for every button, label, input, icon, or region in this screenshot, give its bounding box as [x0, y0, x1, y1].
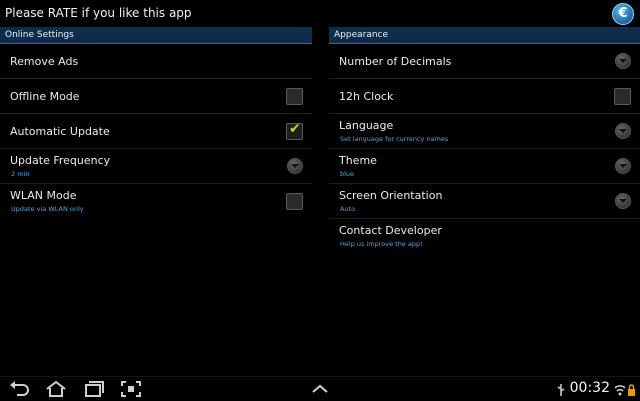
setting-label: Number of Decimals	[339, 55, 452, 68]
section-header-online-settings: Online Settings	[0, 27, 312, 44]
12h-clock-checkbox[interactable]	[614, 88, 631, 105]
offline-mode-checkbox[interactable]	[286, 88, 303, 105]
online-settings-section: Online Settings Remove Ads Offline Mode …	[0, 27, 312, 218]
setting-theme[interactable]: Theme blue	[329, 149, 640, 184]
setting-label: Screen Orientation	[339, 189, 443, 202]
decimals-dropdown-icon[interactable]	[615, 53, 631, 69]
setting-12h-clock[interactable]: 12h Clock	[329, 79, 640, 114]
usb-icon	[556, 382, 566, 401]
setting-remove-ads[interactable]: Remove Ads	[0, 44, 312, 79]
lock-icon	[627, 382, 636, 401]
setting-label: Language	[339, 119, 394, 132]
clock-time[interactable]: 00:32	[570, 380, 610, 396]
wifi-icon	[614, 382, 626, 401]
chevron-up-icon[interactable]	[308, 380, 332, 398]
setting-label: Remove Ads	[10, 55, 79, 68]
setting-summary: blue	[340, 170, 355, 178]
setting-automatic-update[interactable]: Automatic Update ✔	[0, 114, 312, 149]
setting-contact-developer[interactable]: Contact Developer Help us improve the ap…	[329, 219, 640, 253]
setting-language[interactable]: Language Set language for currency names	[329, 114, 640, 149]
language-dropdown-icon[interactable]	[615, 123, 631, 139]
setting-summary: Set language for currency names	[340, 135, 449, 143]
setting-screen-orientation[interactable]: Screen Orientation Auto	[329, 184, 640, 219]
setting-label: Contact Developer	[339, 224, 442, 237]
screenshot-icon[interactable]	[119, 380, 143, 398]
setting-label: WLAN Mode	[10, 189, 77, 202]
wlan-mode-checkbox[interactable]	[286, 193, 303, 210]
title-bar: Please RATE if you like this app €	[0, 0, 640, 26]
app-title[interactable]: Please RATE if you like this app	[5, 6, 192, 20]
back-icon[interactable]	[8, 380, 32, 398]
theme-dropdown-icon[interactable]	[615, 158, 631, 174]
section-header-appearance: Appearance	[329, 27, 640, 44]
setting-label: Offline Mode	[10, 90, 80, 103]
euro-logo-icon[interactable]: €	[612, 3, 634, 25]
setting-summary: Auto	[340, 205, 356, 213]
setting-number-of-decimals[interactable]: Number of Decimals	[329, 44, 640, 79]
orientation-dropdown-icon[interactable]	[615, 193, 631, 209]
setting-update-frequency[interactable]: Update Frequency 2 min	[0, 149, 312, 184]
checkmark-icon: ✔	[289, 121, 301, 137]
setting-offline-mode[interactable]: Offline Mode	[0, 79, 312, 114]
setting-label: Theme	[339, 154, 377, 167]
update-frequency-dropdown-icon[interactable]	[287, 158, 303, 174]
setting-summary: Update via WLAN only	[11, 205, 84, 213]
system-bar: 00:32	[0, 376, 640, 401]
setting-label: Update Frequency	[10, 154, 111, 167]
automatic-update-checkbox[interactable]: ✔	[286, 121, 303, 140]
appearance-section: Appearance Number of Decimals 12h Clock …	[329, 27, 640, 253]
setting-summary: 2 min	[11, 170, 30, 178]
recent-apps-icon[interactable]	[82, 380, 106, 398]
setting-summary: Help us improve the app!	[340, 240, 423, 248]
setting-wlan-mode[interactable]: WLAN Mode Update via WLAN only	[0, 184, 312, 218]
home-icon[interactable]	[44, 380, 68, 398]
setting-label: Automatic Update	[10, 125, 110, 138]
setting-label: 12h Clock	[339, 90, 394, 103]
